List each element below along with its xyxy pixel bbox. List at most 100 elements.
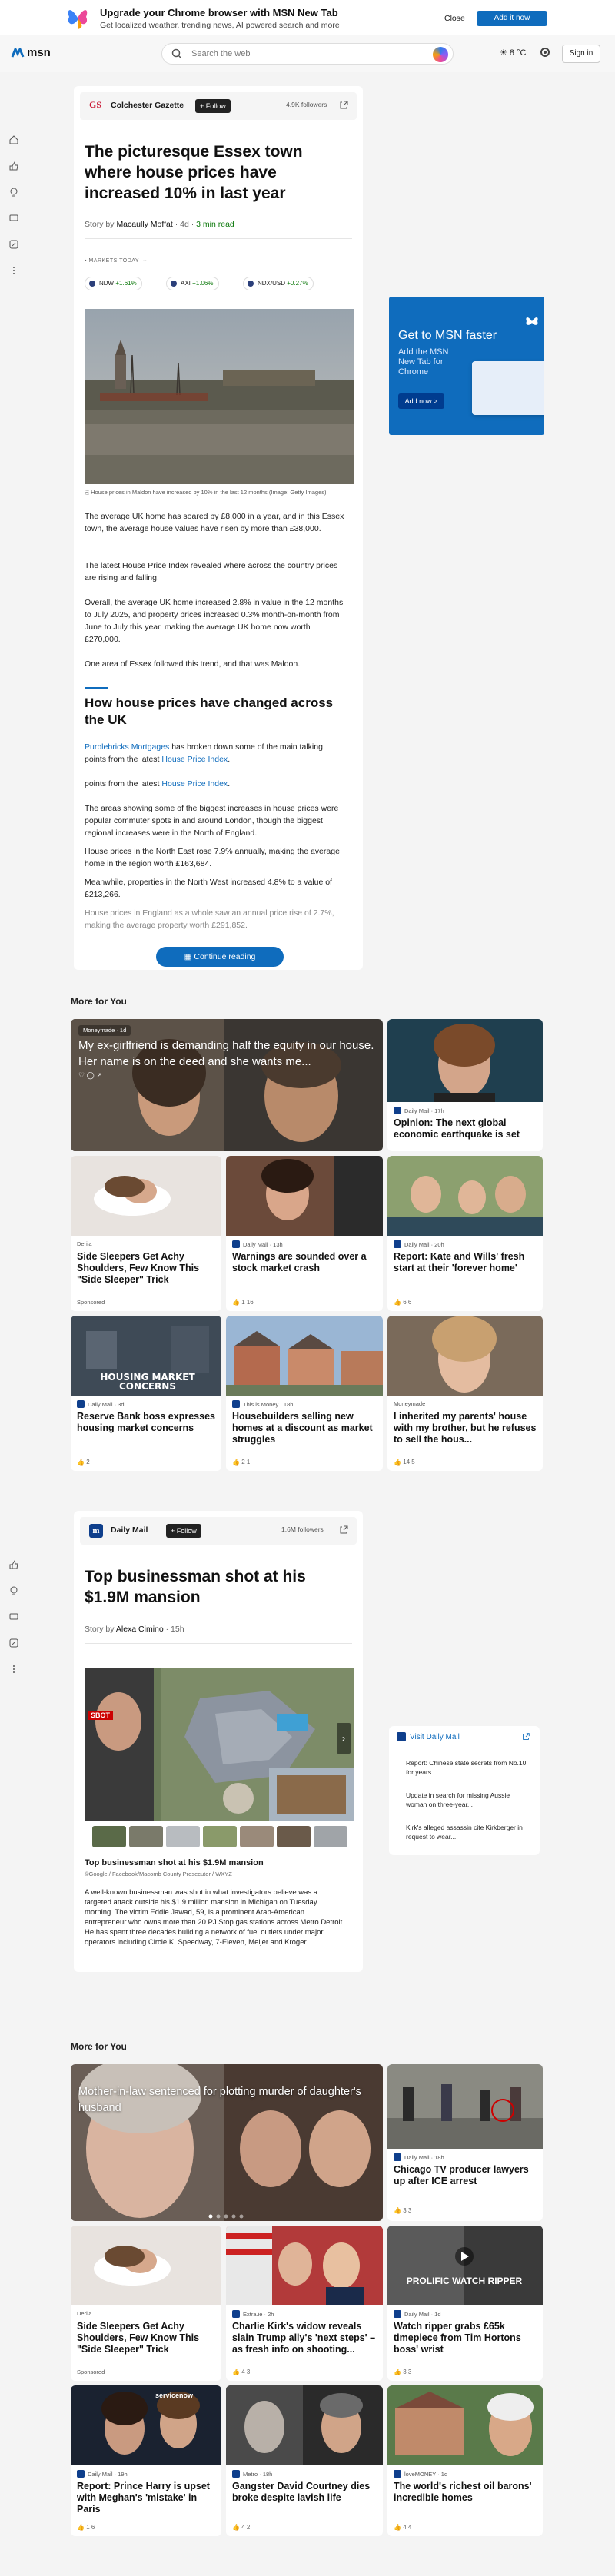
feed-card[interactable]: Metro · 18h Gangster David Courtney dies… <box>226 2385 383 2536</box>
market-chip[interactable]: AXI +1.06% <box>166 277 219 290</box>
market-chip[interactable]: NDW +1.61% <box>85 277 142 290</box>
author-name[interactable]: Macaully Moffat <box>116 220 172 229</box>
house-price-index-link[interactable]: House Price Index <box>161 779 228 788</box>
house-price-index-link[interactable]: House Price Index <box>161 755 228 764</box>
section-accent <box>85 687 108 689</box>
feed-card[interactable]: Daily Mail · 20h Report: Kate and Wills'… <box>387 1156 543 1311</box>
share-icon[interactable] <box>5 1634 23 1652</box>
side-news-item[interactable]: Update in search for missing Aussie woma… <box>406 1791 529 1809</box>
publisher-name[interactable]: Colchester Gazette <box>111 101 184 110</box>
byline: Story by Alexa Cimino · 15h <box>85 1625 184 1634</box>
bulb-icon[interactable] <box>5 1582 23 1600</box>
feed-card[interactable]: Daily Mail · 13h Warnings are sounded ov… <box>226 1156 383 1311</box>
search-box[interactable]: Search the web <box>161 43 454 65</box>
side-news-item[interactable]: Kirk's alleged assassin cite Kirkberger … <box>406 1823 529 1841</box>
banner-subtitle: Get localized weather, trending news, AI… <box>100 21 340 30</box>
gallery-thumb[interactable] <box>166 1826 200 1847</box>
reactions[interactable]: 👍 2 <box>77 1459 90 1466</box>
gallery-thumbnails <box>92 1826 347 1847</box>
reactions[interactable]: 👍 1 6 <box>77 2524 95 2531</box>
feed-card[interactable]: Moneymade I inherited my parents' house … <box>387 1316 543 1471</box>
feed-card[interactable]: loveMONEY · 1d The world's richest oil b… <box>387 2385 543 2536</box>
external-link-icon[interactable] <box>338 100 349 111</box>
gallery-thumb[interactable] <box>203 1826 237 1847</box>
more-icon[interactable] <box>5 261 23 280</box>
feed-source: Daily Mail · 17h <box>394 1107 444 1114</box>
feed-card[interactable]: Extra.ie · 2h Charlie Kirk's widow revea… <box>226 2226 383 2381</box>
feed-image <box>71 1156 221 1236</box>
gallery-thumb[interactable] <box>277 1826 311 1847</box>
external-link-icon[interactable] <box>338 1525 349 1535</box>
reactions[interactable]: 👍 2 1 <box>232 1459 250 1466</box>
feed-card[interactable]: HOUSING MARKET CONCERNS Daily Mail · 3d … <box>71 1316 221 1471</box>
external-link-icon[interactable] <box>521 1732 530 1741</box>
feed-source: Moneymade <box>394 1400 426 1407</box>
msn-promo-ad[interactable]: Get to MSN faster Add the MSN New Tab fo… <box>389 297 544 435</box>
copilot-icon[interactable] <box>433 47 448 62</box>
bulb-icon[interactable] <box>5 183 23 201</box>
gear-icon[interactable] <box>538 45 552 59</box>
market-chip[interactable]: NDX/USD +0.27% <box>243 277 314 290</box>
reactions[interactable]: 👍 1 16 <box>232 1299 254 1306</box>
market-name: AXI <box>181 280 191 287</box>
daily-mail-logo-icon: m <box>89 1524 103 1538</box>
comment-icon[interactable] <box>5 1608 23 1626</box>
reactions[interactable]: 👍 3 3 <box>394 2369 411 2375</box>
publisher-name[interactable]: Daily Mail <box>111 1525 148 1535</box>
feed-image <box>387 2226 543 2305</box>
weather-widget[interactable]: ☀ 8 °C <box>500 48 526 58</box>
reactions[interactable]: 👍 4 4 <box>394 2524 411 2531</box>
reactions[interactable]: 👍 3 3 <box>394 2207 411 2214</box>
article-body: A well-known businessman was shot in wha… <box>85 1888 344 1947</box>
read-time: 3 min read <box>196 220 234 229</box>
sponsored-card[interactable]: Derila Side Sleepers Get Achy Shoulders,… <box>71 1156 221 1311</box>
carousel-dots[interactable] <box>208 2209 248 2219</box>
like-icon[interactable] <box>5 157 23 175</box>
hero-feed-card[interactable]: Mother-in-law sentenced for plotting mur… <box>71 2064 383 2221</box>
gallery-thumb[interactable] <box>129 1826 163 1847</box>
gallery-thumb[interactable] <box>240 1826 274 1847</box>
share-icon[interactable] <box>5 235 23 254</box>
gallery-caption-title: Top businessman shot at his $1.9M mansio… <box>85 1858 264 1867</box>
feed-title: Warnings are sounded over a stock market… <box>232 1251 367 1273</box>
reactions[interactable]: 👍 4 3 <box>232 2369 250 2375</box>
hero-reactions[interactable]: ♡ ◯ ↗ <box>78 1071 102 1080</box>
sponsored-card[interactable]: Derila Side Sleepers Get Achy Shoulders,… <box>71 2226 221 2381</box>
continue-reading-button[interactable]: ▦ Continue reading <box>156 947 284 967</box>
sign-in-button[interactable]: Sign in <box>562 45 600 63</box>
side-news-item[interactable]: Report: Chinese state secrets from No.10… <box>406 1758 529 1777</box>
like-icon[interactable] <box>5 1555 23 1574</box>
add-it-now-button[interactable]: Add it now <box>477 11 547 26</box>
feed-source: Daily Mail · 20h <box>394 1240 444 1248</box>
feed-card[interactable]: This is Money · 18h Housebuilders sellin… <box>226 1316 383 1471</box>
author-name[interactable]: Alexa Cimino <box>116 1625 164 1634</box>
reactions[interactable]: 👍 4 2 <box>232 2524 250 2531</box>
feed-card[interactable]: PROLIFIC WATCH RIPPER Daily Mail · 1d Wa… <box>387 2226 543 2381</box>
hero-feed-card[interactable]: Moneymade · 1d My ex-girlfriend is deman… <box>71 1019 383 1151</box>
more-icon[interactable] <box>5 1660 23 1678</box>
weather-temp: 8 °C <box>509 48 527 58</box>
feed-card[interactable]: Daily Mail · 17h Opinion: The next globa… <box>387 1019 543 1151</box>
ad-add-now-button[interactable]: Add now > <box>398 393 444 409</box>
reactions[interactable]: 👍 6 6 <box>394 1299 411 1306</box>
purplebricks-link[interactable]: Purplebricks Mortgages <box>85 742 169 752</box>
gallery-next-button[interactable]: › <box>337 1723 351 1754</box>
feed-card[interactable]: Daily Mail · 18h Chicago TV producer law… <box>387 2064 543 2221</box>
follow-button[interactable]: + Follow <box>166 1524 201 1538</box>
gallery-main-image[interactable] <box>85 1668 354 1821</box>
gallery-thumb[interactable] <box>92 1826 126 1847</box>
reactions[interactable]: 👍 14 5 <box>394 1459 415 1466</box>
home-icon[interactable] <box>5 131 23 149</box>
feed-title: Reserve Bank boss expresses housing mark… <box>77 1411 215 1433</box>
follow-button[interactable]: + Follow <box>195 99 231 113</box>
followers-count: 4.9K followers <box>286 101 327 108</box>
gallery-thumb[interactable] <box>314 1826 347 1847</box>
feed-source-text: This is Money · 18h <box>243 1400 294 1408</box>
msn-logo[interactable]: msn <box>11 46 51 59</box>
feed-card[interactable]: servicenow Daily Mail · 19h Report: Prin… <box>71 2385 221 2536</box>
publisher-side-panel: Visit Daily Mail Report: Chinese state s… <box>389 1726 540 1855</box>
paragraph-faded: House prices in England as a whole saw a… <box>85 908 334 930</box>
comment-icon[interactable] <box>5 209 23 227</box>
visit-publisher-link[interactable]: Visit Daily Mail <box>397 1732 460 1741</box>
banner-close-link[interactable]: Close <box>444 14 465 23</box>
